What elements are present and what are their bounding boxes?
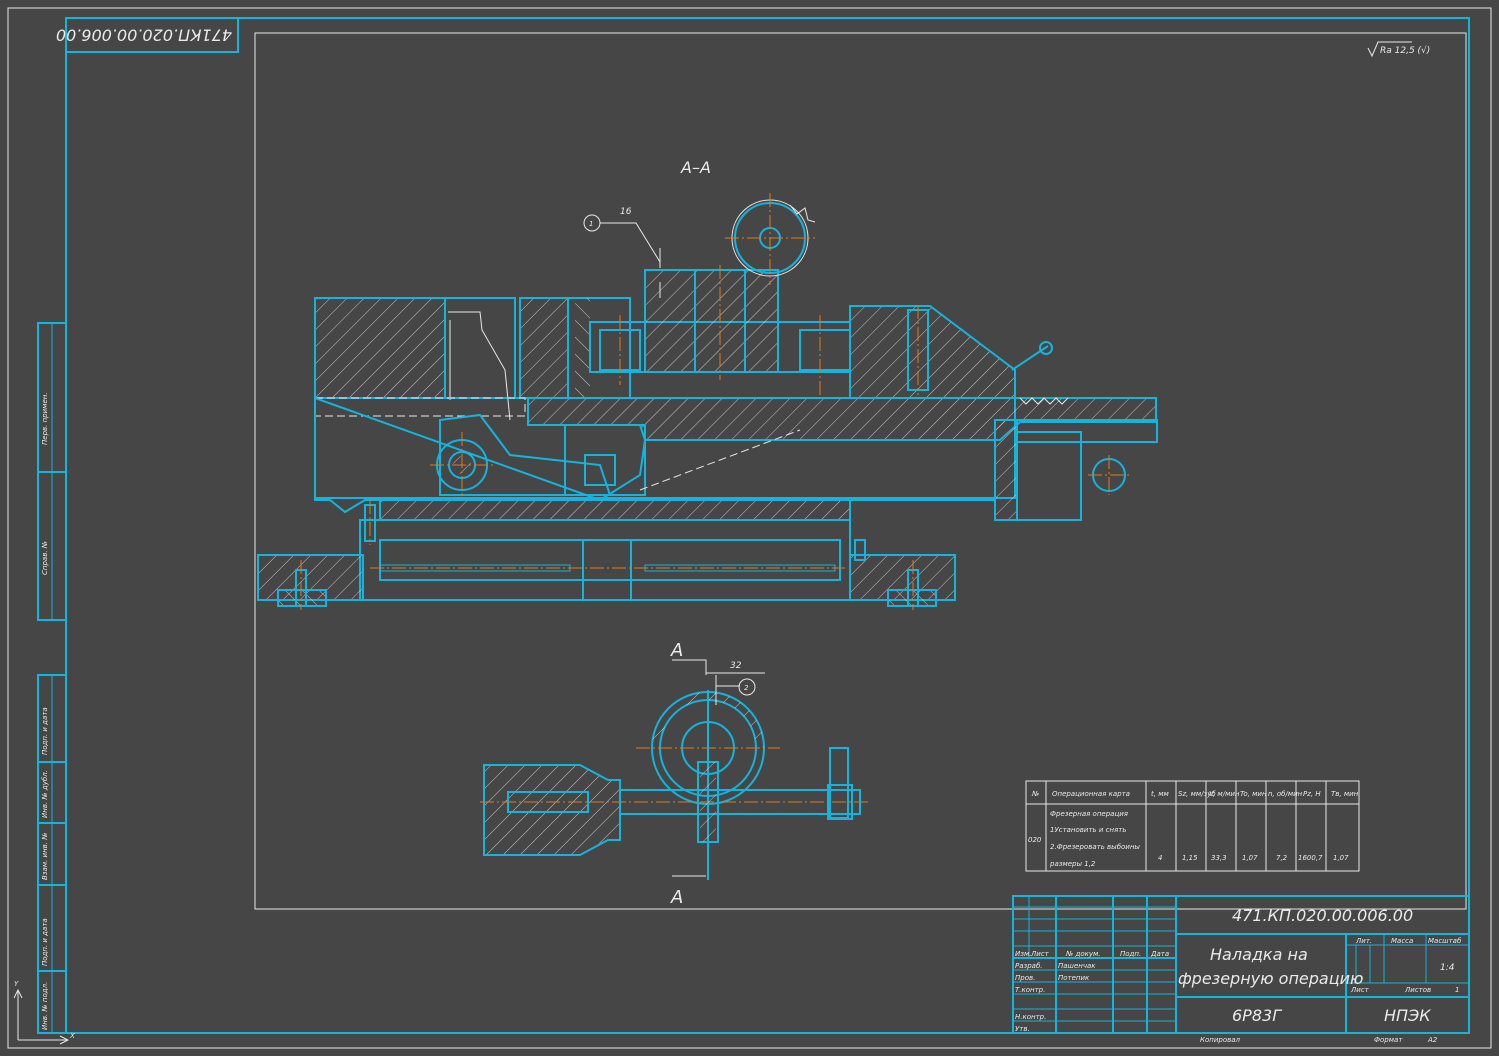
op-value-2: 33,3 [1211, 854, 1227, 862]
callout-2: 2 [744, 684, 749, 692]
top-stamp: 471КП.020.00.006.00 [56, 17, 239, 53]
op-line-1: 1Установить и снять [1050, 826, 1127, 834]
roughness-text: Ra 12,5 (√) [1380, 45, 1430, 56]
side-label-2: Подп. и дата [41, 707, 49, 755]
tb-col-izm: Изм. [1015, 950, 1031, 958]
tb-sheet-label: Лист [1350, 986, 1370, 994]
side-label-5: Подп. и дата [41, 918, 49, 966]
side-label-1: Справ. № [41, 541, 49, 575]
tb-org: НПЭК [1384, 1006, 1431, 1025]
roughness-symbol: Ra 12,5 (√) [1367, 41, 1430, 58]
tb-name-line2: фрезерную операцию [1178, 969, 1363, 988]
tb-sheets-label: Листов [1404, 986, 1431, 994]
op-header-8: Tв, мин [1331, 790, 1359, 798]
op-header-0: № [1031, 790, 1039, 798]
axis-x: X [69, 1032, 75, 1040]
top-stamp-text: 471КП.020.00.006.00 [56, 26, 232, 45]
tb-machine: 6Р83Г [1232, 1006, 1282, 1025]
view-boundary [254, 32, 1467, 910]
section-mark-top: А [670, 640, 683, 661]
tb-format-value: А2 [1427, 1036, 1438, 1044]
tb-col-date: Дата [1150, 950, 1169, 958]
op-value-4: 7,2 [1276, 854, 1288, 862]
op-line-3: размеры 1,2 [1049, 860, 1096, 868]
title-block: Изм. Лист № докум. Подп. Дата Разраб. Па… [1012, 895, 1470, 1044]
secondary-view: А А 32 2 [480, 640, 868, 908]
drawing-frame [65, 17, 1470, 1034]
section-label: А–А [680, 158, 711, 177]
tb-name-0: Пашенчак [1058, 962, 1096, 970]
cad-drawing-sheet: 471КП.020.00.006.00 Перв. примен. Справ.… [7, 7, 1492, 1049]
vise-section-view: 1 16 [257, 193, 1158, 610]
op-header-7: Pz, Н [1303, 790, 1321, 798]
dim-32: 32 [730, 661, 742, 671]
tb-scale-label: Масштаб [1428, 937, 1462, 945]
operation-table: № Операционная карта t, мм Sz, мм/зуб V,… [1025, 780, 1360, 872]
op-number: 020 [1028, 836, 1042, 844]
op-header-2: t, мм [1151, 790, 1169, 798]
tb-mass-label: Масса [1391, 937, 1413, 945]
side-label-3: Инв. № дубл. [41, 770, 49, 818]
axis-y: Y [14, 980, 19, 988]
tb-name-1: Потепик [1058, 974, 1090, 982]
op-value-6: 1,07 [1333, 854, 1349, 862]
op-value-3: 1,07 [1242, 854, 1258, 862]
tb-col-sign: Подп. [1120, 950, 1141, 958]
op-line-0: Фрезерная операция [1050, 810, 1128, 818]
tb-scale-value: 1:4 [1440, 963, 1455, 973]
tb-role-0: Разраб. [1015, 962, 1043, 970]
tb-format-label: Формат [1374, 1036, 1403, 1044]
tb-role-2: Т.контр. [1015, 986, 1045, 994]
tb-role-4: Утв. [1015, 1025, 1030, 1033]
op-header-4: V, м/мин [1209, 790, 1240, 798]
op-header-5: To, мин [1240, 790, 1267, 798]
tb-col-doc: № докум. [1065, 950, 1101, 958]
section-mark-bottom: А [670, 887, 683, 908]
tb-name-line1: Наладка на [1210, 945, 1308, 964]
callout-1: 1 [589, 220, 593, 228]
op-header-1: Операционная карта [1052, 790, 1130, 798]
tb-role-1: Пров. [1015, 974, 1035, 982]
op-value-0: 4 [1158, 854, 1162, 862]
op-value-5: 1600,7 [1298, 854, 1323, 862]
tb-col-list: Лист [1030, 950, 1050, 958]
side-label-4: Взам. инв. № [41, 832, 49, 880]
side-label-0: Перв. примен. [41, 392, 49, 445]
op-value-1: 1,15 [1182, 854, 1198, 862]
dim-16: 16 [620, 207, 632, 217]
tb-sheets-value: 1 [1455, 986, 1459, 994]
side-label-column: Перв. примен. Справ. № Подп. и дата Инв.… [37, 322, 67, 1034]
sheet-border [7, 7, 1492, 1049]
side-label-6: Инв. № подл. [41, 982, 49, 1030]
op-line-2: 2.Фрезеровать выбоины [1050, 843, 1140, 851]
tb-designation: 471.КП.020.00.006.00 [1232, 906, 1413, 925]
tb-copied: Копировал [1200, 1036, 1241, 1044]
tb-lit-label: Лит. [1355, 937, 1372, 945]
op-header-6: n, об/мин [1268, 790, 1303, 798]
tb-role-3: Н.контр. [1015, 1013, 1046, 1021]
